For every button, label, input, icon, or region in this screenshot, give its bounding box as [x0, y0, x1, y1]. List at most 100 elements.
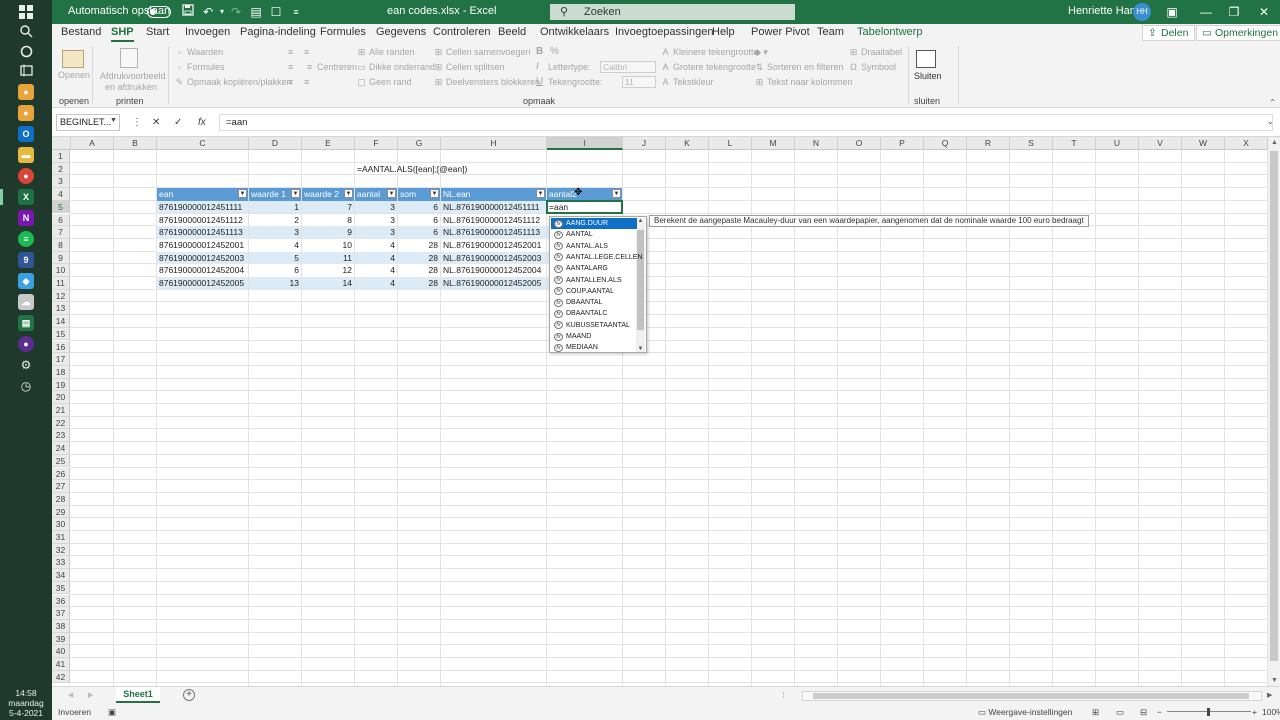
- scroll-down-arrow-icon[interactable]: ▼: [1271, 677, 1278, 684]
- close-icon[interactable]: ✕: [1254, 3, 1274, 21]
- vertical-scroll-thumb[interactable]: [1270, 151, 1278, 661]
- zoom-out-icon[interactable]: −: [1157, 707, 1162, 717]
- all-borders-button[interactable]: ⊞ Alle randen: [356, 47, 415, 58]
- row-header-14[interactable]: 14: [52, 315, 70, 328]
- cortana-icon[interactable]: [18, 43, 34, 59]
- autocomplete-item[interactable]: fx MEDIAAN: [551, 342, 637, 353]
- indent-icon[interactable]: ≡: [304, 77, 309, 87]
- table-cell[interactable]: 2: [249, 213, 301, 227]
- larger-font-button[interactable]: A Grotere tekengrootte: [660, 62, 756, 72]
- row-header-10[interactable]: 10: [52, 264, 70, 277]
- checkbox-icon[interactable]: ☐: [268, 4, 284, 20]
- search-box[interactable]: ⚲ Zoeken: [550, 4, 795, 20]
- chrome-icon[interactable]: ●: [18, 168, 34, 184]
- table-cell[interactable]: 3: [355, 200, 397, 214]
- freeze-panes-button[interactable]: ⊞ Deelvensters blokkeren: [433, 77, 540, 88]
- scroll-up-arrow-icon[interactable]: ▲: [1271, 139, 1278, 146]
- tab-team[interactable]: Team: [817, 26, 844, 38]
- table-header-4[interactable]: som ▼: [398, 188, 440, 201]
- tab-beeld[interactable]: Beeld: [498, 26, 526, 38]
- search-icon[interactable]: [18, 23, 34, 39]
- onenote-icon[interactable]: N: [18, 210, 34, 226]
- zoom-slider-thumb[interactable]: [1207, 708, 1210, 716]
- autocomplete-item[interactable]: fx DBAANTAL: [551, 297, 637, 308]
- symbol-button[interactable]: Ω Symbool: [848, 62, 896, 72]
- column-header-e[interactable]: E: [302, 137, 355, 150]
- row-header-25[interactable]: 25: [52, 454, 70, 468]
- autocomplete-item[interactable]: fx AANTAL.ALS: [551, 241, 637, 252]
- zoom-level[interactable]: 100%: [1262, 707, 1280, 717]
- display-settings-button[interactable]: ▭ Weergave-instellingen: [978, 707, 1072, 718]
- tab-ontwikkelaars[interactable]: Ontwikkelaars: [540, 26, 609, 38]
- autocomplete-item[interactable]: fx AANTAL.LEGE.CELLEN: [551, 252, 643, 263]
- table-cell[interactable]: 28: [398, 238, 440, 252]
- column-header-c[interactable]: C: [157, 137, 249, 150]
- table-cell[interactable]: 4: [355, 277, 397, 290]
- sheet-tab-sheet1[interactable]: Sheet1: [116, 687, 160, 703]
- column-header-g[interactable]: G: [398, 137, 441, 150]
- merge-cells-button[interactable]: ⊞ Cellen samenvoegen: [433, 47, 531, 58]
- text-to-columns-button[interactable]: ⊞ Tekst naar kolommen: [754, 77, 853, 88]
- customize-quick-access-icon[interactable]: ≡: [288, 4, 304, 20]
- row-header-17[interactable]: 17: [52, 353, 70, 366]
- row-header-12[interactable]: 12: [52, 289, 70, 303]
- excel-icon[interactable]: X: [18, 189, 34, 205]
- table-cell[interactable]: 9: [302, 226, 354, 239]
- center-align-icon[interactable]: ≡: [288, 62, 293, 72]
- tab-tabelontwerp[interactable]: Tabelontwerp: [857, 26, 922, 38]
- filter-dropdown-icon[interactable]: ▼: [387, 189, 396, 199]
- formula-autocomplete-list[interactable]: ▲ ▼ fx AANG.DUUR fx AANTAL fx AANTAL.ALS fx AAN…: [549, 216, 647, 353]
- autocomplete-item[interactable]: fx COUP.AANTAL: [551, 286, 637, 297]
- row-header-34[interactable]: 34: [52, 569, 70, 582]
- tab-invoegtoepassingen[interactable]: Invoegtoepassingen: [615, 26, 713, 38]
- media-icon[interactable]: ●: [18, 336, 34, 352]
- tab-bestand[interactable]: Bestand: [61, 26, 101, 38]
- column-header-r[interactable]: R: [967, 137, 1010, 150]
- column-header-f[interactable]: F: [355, 137, 398, 150]
- select-all-corner[interactable]: [52, 137, 71, 150]
- insert-function-icon[interactable]: fx: [198, 117, 206, 128]
- column-header-o[interactable]: O: [838, 137, 881, 150]
- autocomplete-item[interactable]: fx DBAANTALC: [551, 308, 637, 319]
- redo-icon[interactable]: ↷: [228, 4, 244, 20]
- row-header-4[interactable]: 4: [52, 188, 70, 201]
- chrome-dev-icon[interactable]: ●: [18, 105, 34, 121]
- column-header-v[interactable]: V: [1139, 137, 1182, 150]
- table-cell[interactable]: NL.876190000012452004: [441, 264, 546, 277]
- autocomplete-item[interactable]: fx AANTAL: [551, 229, 637, 240]
- open-folder-icon[interactable]: [62, 50, 84, 68]
- table-cell[interactable]: 3: [355, 226, 397, 239]
- thick-bottom-border-button[interactable]: ▭ Dikke onderrand: [356, 62, 435, 73]
- filter-dropdown-icon[interactable]: ▼: [238, 189, 247, 199]
- row-header-42[interactable]: 42: [52, 670, 70, 684]
- table-cell[interactable]: NL.876190000012451112: [441, 213, 546, 227]
- tab-shp[interactable]: SHP: [111, 26, 134, 42]
- prev-sheet-icon[interactable]: ◀: [68, 691, 73, 699]
- row-header-29[interactable]: 29: [52, 505, 70, 519]
- filter-dropdown-icon[interactable]: ▼: [612, 189, 621, 199]
- copy-format-button[interactable]: ✎ Opmaak kopiëren/plakken: [174, 77, 292, 88]
- clock-app-icon[interactable]: ◷: [18, 378, 34, 394]
- row-header-35[interactable]: 35: [52, 581, 70, 595]
- tab-start[interactable]: Start: [146, 26, 169, 38]
- close-button[interactable]: Sluiten: [914, 71, 942, 81]
- column-header-u[interactable]: U: [1096, 137, 1139, 150]
- app-icon[interactable]: ◈: [18, 273, 34, 289]
- italic-button[interactable]: I: [536, 61, 539, 72]
- scroll-right-icon[interactable]: ▶: [1267, 691, 1272, 699]
- table-cell[interactable]: 12: [302, 264, 354, 277]
- row-header-23[interactable]: 23: [52, 429, 70, 443]
- row-header-38[interactable]: 38: [52, 619, 70, 633]
- autocomplete-item[interactable]: fx KUBUSSETAANTAL: [551, 320, 637, 331]
- page-break-view-icon[interactable]: ⊟: [1140, 707, 1147, 718]
- row-header-41[interactable]: 41: [52, 658, 70, 671]
- row-header-6[interactable]: 6: [52, 213, 70, 227]
- row-header-7[interactable]: 7: [52, 226, 70, 239]
- table-cell[interactable]: 6: [398, 200, 440, 214]
- table-cell[interactable]: 8: [302, 213, 354, 227]
- row-header-40[interactable]: 40: [52, 645, 70, 658]
- table-cell[interactable]: NL.876190000012451113: [441, 226, 546, 239]
- table-cell[interactable]: 4: [355, 238, 397, 252]
- fill-color-icon[interactable]: ◆ ▾: [754, 47, 768, 58]
- table-cell[interactable]: 3: [355, 213, 397, 227]
